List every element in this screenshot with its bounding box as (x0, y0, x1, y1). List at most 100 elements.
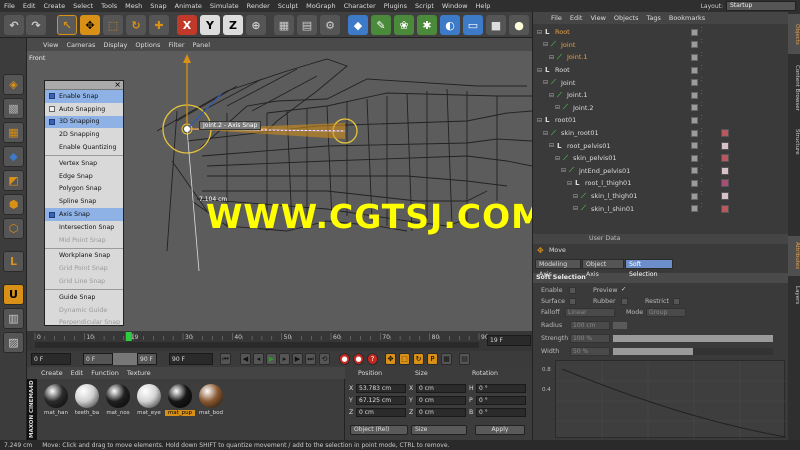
close-icon[interactable]: × (114, 80, 121, 89)
render-dots-icon[interactable]: ⁚ (701, 40, 705, 48)
workplane-icon[interactable]: ▦ (3, 122, 24, 143)
size-mode-select[interactable]: Size (411, 425, 467, 435)
material-menu-edit[interactable]: Edit (67, 369, 88, 377)
menu-edit[interactable]: Edit (19, 2, 40, 10)
snap-item-auto-snapping[interactable]: Auto Snapping (45, 103, 123, 116)
go-to-start-icon[interactable]: ⏮ (220, 353, 231, 365)
falloff-graph[interactable]: 0.8 0.4 (542, 360, 786, 439)
key-parameter-icon[interactable]: P (427, 353, 438, 365)
surface-checkbox[interactable] (569, 298, 576, 305)
menu-mesh[interactable]: Mesh (121, 2, 146, 10)
expand-toggle-icon[interactable]: ⊟ (549, 54, 554, 61)
cube-icon[interactable]: ◆ (348, 15, 368, 35)
object-row[interactable]: ⊟ ⟋ Joint ⁚ (533, 76, 789, 89)
min-frame-field[interactable]: 0 F (83, 353, 113, 365)
camera-icon[interactable]: ■ (486, 15, 506, 35)
object-menu-view[interactable]: View (586, 14, 609, 22)
undo-icon[interactable]: ↶ (4, 15, 24, 35)
texture-tag[interactable] (721, 154, 729, 163)
snap-item-3d-snapping[interactable]: 3D Snapping (45, 115, 123, 129)
live-selection-icon[interactable]: ↖ (57, 15, 77, 35)
y-axis-lock-icon[interactable]: Y (200, 15, 220, 35)
texture-tag[interactable] (721, 204, 729, 213)
visibility-tag[interactable] (691, 179, 698, 187)
object-menu-objects[interactable]: Objects (610, 14, 643, 22)
render-dots-icon[interactable]: ⁚ (701, 90, 705, 99)
viewport-menu-display[interactable]: Display (99, 41, 131, 49)
render-dots-icon[interactable]: ⁚ (701, 141, 705, 149)
render-dots-icon[interactable]: ⁚ (701, 27, 705, 36)
expand-toggle-icon[interactable]: ⊟ (549, 92, 554, 99)
render-dots-icon[interactable]: ⁚ (701, 52, 705, 61)
menu-tools[interactable]: Tools (97, 2, 121, 10)
object-row[interactable]: ⊟ ⟋ skin_pelvis01 ⁚ (533, 152, 789, 165)
tab-attributes[interactable]: Attributes (788, 236, 800, 276)
radius-slider[interactable] (613, 322, 627, 329)
z-axis-lock-icon[interactable]: Z (223, 15, 243, 35)
material-mat_han[interactable]: mat_han (41, 384, 71, 426)
array-icon[interactable]: ✱ (417, 15, 437, 35)
menu-plugins[interactable]: Plugins (380, 2, 411, 10)
edges-mode-icon[interactable]: ⬡ (3, 218, 24, 239)
coordinate-system-icon[interactable]: ⊕ (246, 15, 266, 35)
visibility-tag[interactable] (691, 66, 698, 74)
position-field-x[interactable]: 53.783 cm (356, 384, 406, 393)
size-field-z[interactable]: 0 cm (416, 408, 466, 417)
size-field-x[interactable]: 0 cm (416, 384, 466, 393)
material-menu-texture[interactable]: Texture (123, 369, 155, 377)
menu-create[interactable]: Create (39, 2, 69, 10)
snap-item-guide-snap[interactable]: Guide Snap (45, 291, 123, 304)
snap-item-enable-quantizing[interactable]: Enable Quantizing (45, 141, 123, 154)
play-icon[interactable]: ▶ (266, 353, 277, 365)
next-key-icon[interactable]: ▶ (292, 353, 303, 365)
visibility-tag[interactable] (691, 53, 698, 61)
object-row[interactable]: ⊟ L Root ⁚ (533, 26, 789, 39)
menu-script[interactable]: Script (411, 2, 438, 10)
expand-toggle-icon[interactable]: ⊟ (567, 180, 572, 187)
render-view-icon[interactable]: ▦ (274, 15, 294, 35)
enable-checkbox[interactable] (569, 287, 576, 294)
menu-help[interactable]: Help (472, 2, 495, 10)
visibility-tag[interactable] (691, 142, 698, 150)
expand-toggle-icon[interactable]: ⊟ (543, 79, 548, 86)
object-menu-tags[interactable]: Tags (642, 14, 664, 22)
tab-object-axis[interactable]: Object Axis (582, 259, 624, 278)
texture-tag[interactable] (721, 179, 729, 188)
viewport-menu-cameras[interactable]: Cameras (62, 41, 99, 49)
object-row[interactable]: ⊟ ⟋ skin_root01 ⁚ (533, 127, 789, 140)
prev-frame-icon[interactable]: ◂ (253, 353, 264, 365)
visibility-tag[interactable] (691, 104, 698, 112)
render-dots-icon[interactable]: ⁚ (701, 191, 705, 200)
strength-slider[interactable] (613, 335, 773, 342)
visibility-tag[interactable] (691, 192, 698, 200)
material-mat_nos[interactable]: mat_nos (103, 384, 133, 426)
expand-toggle-icon[interactable]: ⊟ (537, 29, 542, 36)
tab-soft-selection[interactable]: Soft Selection (625, 259, 673, 278)
autokey-icon[interactable]: ● (353, 353, 364, 365)
texture-tag[interactable] (721, 192, 729, 201)
falloff-select[interactable]: Linear (565, 308, 615, 317)
interpolation-icon[interactable]: ▤ (459, 353, 470, 365)
visibility-tag[interactable] (691, 91, 698, 99)
redo-icon[interactable]: ↷ (26, 15, 46, 35)
object-menu-bookmarks[interactable]: Bookmarks (665, 14, 709, 22)
rotation-field-b[interactable]: 0 ° (476, 408, 526, 417)
render-dots-icon[interactable]: ⁚ (701, 115, 705, 124)
expand-toggle-icon[interactable]: ⊟ (543, 41, 548, 48)
width-field[interactable]: 50 % (570, 347, 610, 356)
size-field-y[interactable]: 0 cm (416, 396, 466, 405)
quantize-icon[interactable]: ▥ (3, 308, 24, 329)
material-mat_bod[interactable]: mat_bod (196, 384, 226, 426)
key-rotation-icon[interactable]: ↻ (413, 353, 424, 365)
restrict-checkbox[interactable] (673, 298, 680, 305)
snap-item-edge-snap[interactable]: Edge Snap (45, 170, 123, 183)
playhead[interactable] (125, 332, 132, 341)
expand-toggle-icon[interactable]: ⊟ (537, 117, 542, 124)
snap-item-spline-snap[interactable]: Spline Snap (45, 195, 123, 208)
render-settings-icon[interactable]: ⚙ (320, 15, 340, 35)
strength-field[interactable]: 100 % (570, 334, 610, 343)
tab-objects[interactable]: Objects (788, 14, 800, 54)
menu-mograph[interactable]: MoGraph (302, 2, 340, 10)
points-mode-icon[interactable]: ⬢ (3, 194, 24, 215)
object-row[interactable]: ⊟ Lroot_l_thigh01 ⁚ (533, 177, 789, 190)
